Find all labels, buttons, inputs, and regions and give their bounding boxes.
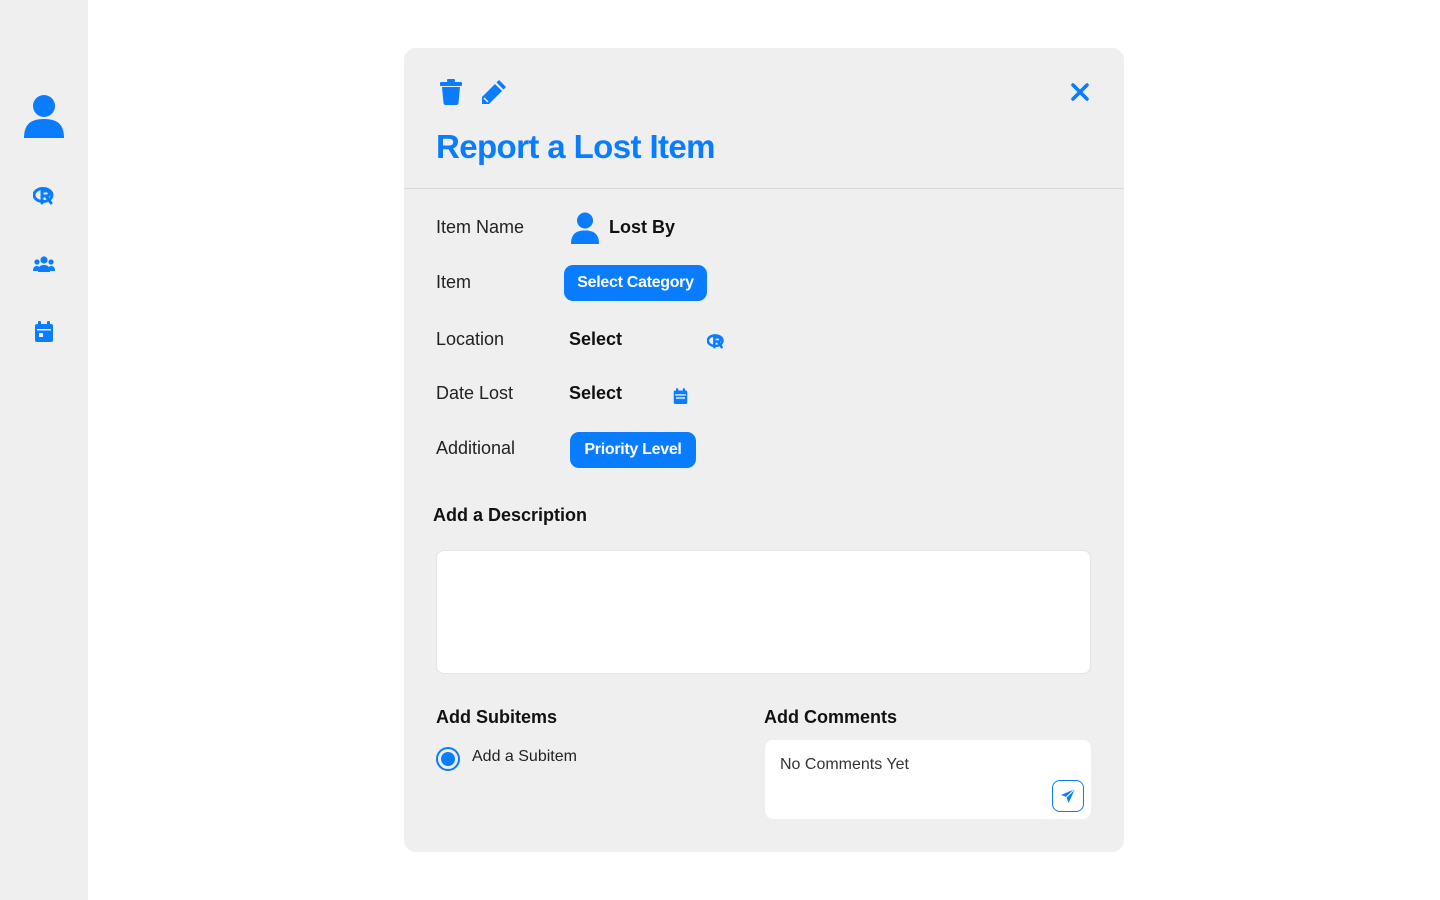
description-input[interactable]	[436, 550, 1091, 674]
additional-label: Additional	[436, 438, 516, 458]
edit-button[interactable]	[480, 78, 508, 106]
lost-by-label: Lost By	[609, 217, 676, 237]
location-tag-icon	[707, 333, 724, 348]
comments-heading: Add Comments	[764, 707, 898, 727]
priority-level-button[interactable]: Priority Level	[570, 432, 696, 468]
send-comment-button[interactable]	[1052, 780, 1084, 812]
location-picker-button[interactable]	[706, 331, 726, 351]
sidebar-item-locations[interactable]	[0, 185, 88, 207]
comment-placeholder: No Comments Yet	[780, 756, 909, 773]
calendar-icon	[673, 387, 687, 404]
radio-selected-dot	[441, 752, 455, 766]
location-tag-icon	[33, 187, 54, 205]
pencil-icon	[482, 80, 506, 104]
add-subitem-label[interactable]: Add a Subitem	[472, 748, 577, 766]
trash-icon	[440, 79, 462, 105]
comment-input[interactable]: No Comments Yet	[765, 740, 1091, 819]
location-select[interactable]: Select	[569, 329, 622, 350]
sidebar-item-team[interactable]	[0, 253, 88, 275]
sidebar-item-profile[interactable]	[0, 94, 88, 140]
subitems-heading: Add Subitems	[436, 707, 558, 727]
delete-button[interactable]	[438, 78, 464, 106]
description-heading: Add a Description	[433, 505, 588, 525]
calendar-icon	[35, 321, 53, 342]
user-icon	[571, 212, 599, 244]
send-icon	[1061, 788, 1076, 803]
modal-title: Report a Lost Item	[436, 128, 716, 165]
date-lost-label: Date Lost	[436, 383, 514, 403]
date-picker-button[interactable]	[670, 386, 690, 406]
user-icon	[24, 95, 64, 138]
report-lost-item-modal: Report a Lost Item Item Name Lost By Ite…	[404, 48, 1124, 852]
close-icon	[1071, 83, 1089, 101]
item-label: Item	[436, 272, 472, 292]
close-button[interactable]	[1068, 80, 1092, 104]
item-name-label: Item Name	[436, 217, 525, 237]
add-subitem-radio[interactable]	[436, 747, 460, 771]
users-icon	[33, 256, 55, 272]
sidebar-item-calendar[interactable]	[0, 320, 88, 344]
modal-header: Report a Lost Item	[404, 48, 1124, 189]
location-label: Location	[436, 329, 505, 349]
lost-by-avatar[interactable]	[570, 212, 600, 246]
select-category-button[interactable]: Select Category	[564, 265, 707, 301]
date-lost-select[interactable]: Select	[569, 383, 622, 404]
sidebar	[0, 0, 88, 900]
